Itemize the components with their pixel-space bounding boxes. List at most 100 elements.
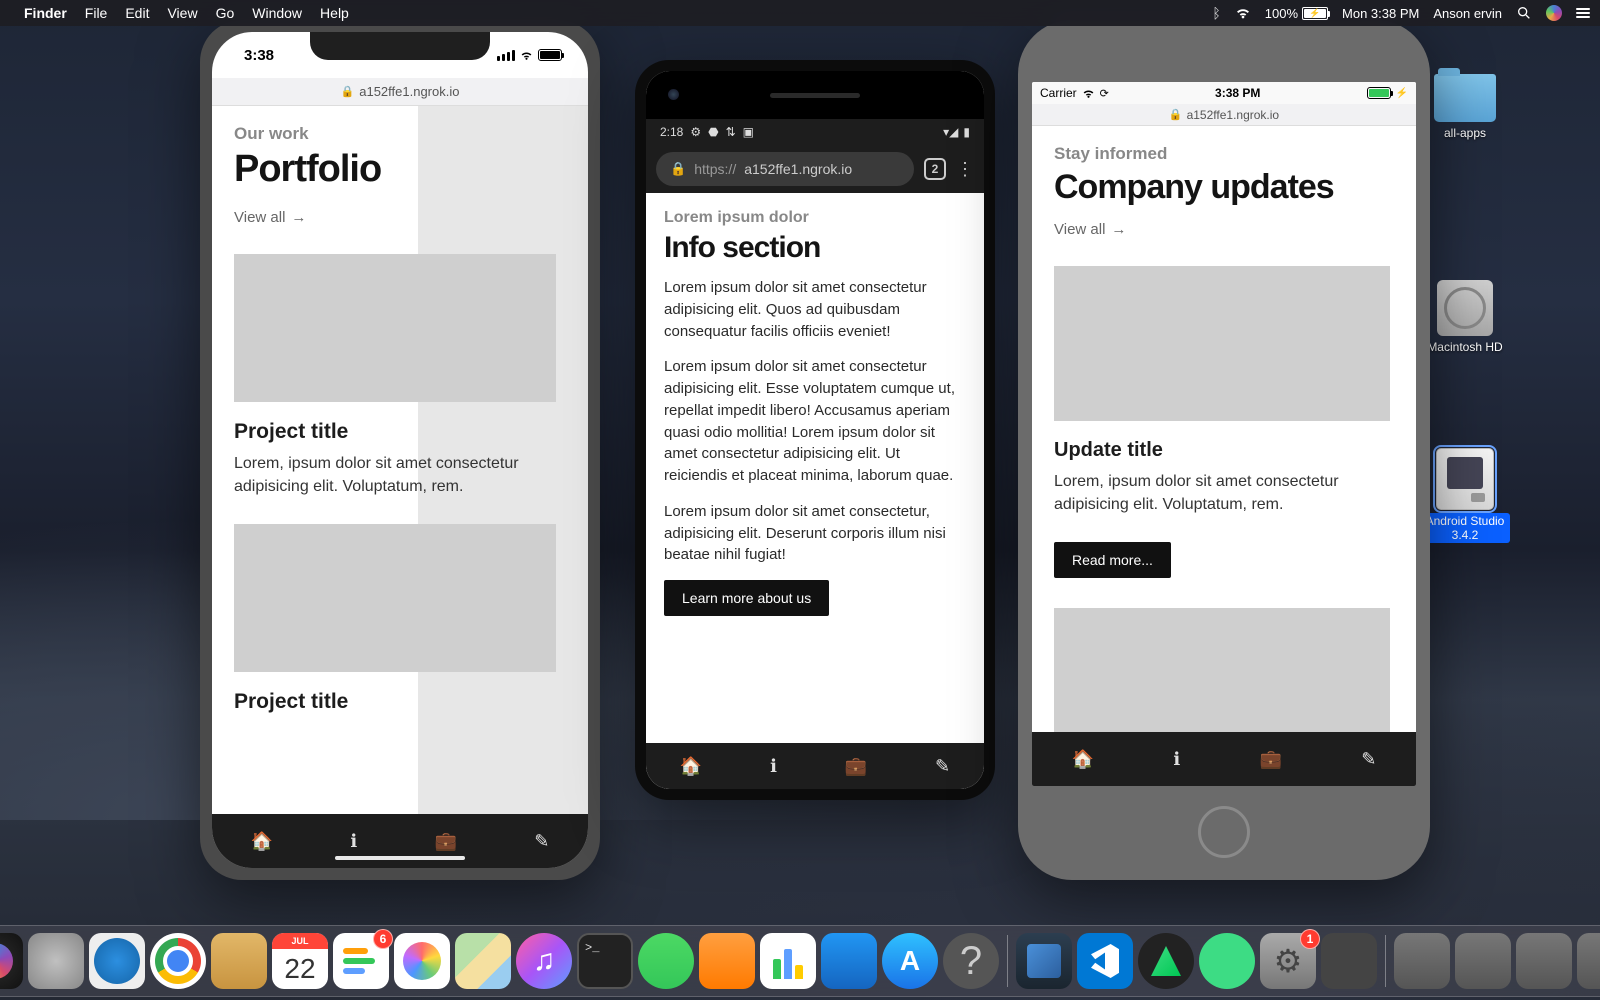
dock-safari[interactable] [89,933,145,989]
battery-indicator[interactable]: 100% ⚡ [1265,6,1328,21]
view-all-link[interactable]: View all [234,209,306,226]
read-more-button[interactable]: Read more... [1054,542,1171,578]
hard-drive-icon [1437,280,1493,336]
menu-go[interactable]: Go [216,5,235,21]
dock-photos[interactable] [394,933,450,989]
dock-launchpad[interactable] [28,933,84,989]
dock-keynote[interactable] [821,933,877,989]
image-placeholder [1054,266,1390,421]
home-button[interactable] [1198,806,1250,858]
webpage-portfolio[interactable]: Our work Portfolio View all Project titl… [212,106,588,814]
debug-notif-icon: ▣ [743,125,754,139]
webpage-info-section[interactable]: Lorem ipsum dolor Info section Lorem ips… [646,193,984,745]
spotlight-icon[interactable] [1516,5,1532,21]
desktop-disk-macintosh-hd[interactable]: Macintosh HD [1420,280,1510,355]
reminder-badge: 6 [373,929,393,949]
menubar-username[interactable]: Anson ervin [1433,6,1502,21]
dock-contacts[interactable] [211,933,267,989]
view-all-link[interactable]: View all [1054,221,1126,238]
safari-address-bar[interactable]: 🔒 a152ffe1.ngrok.io [1032,104,1416,126]
cellular-icon [497,50,515,61]
dock-minimized-window[interactable] [1577,933,1600,989]
macos-menubar: Finder File Edit View Go Window Help ᛒ 1… [0,0,1600,26]
menu-help[interactable]: Help [320,5,349,21]
nav-blog-icon[interactable]: ✎ [935,756,950,777]
menu-edit[interactable]: Edit [125,5,149,21]
desktop-volume-android-studio[interactable]: Android Studio 3.4.2 [1420,448,1510,543]
iphone-8-simulator: Carrier ⟳ 3:38 PM ⚡ 🔒 a152ffe1.ngrok.io … [1018,20,1430,880]
external-drive-icon [1436,448,1494,510]
dock-pages[interactable] [699,933,755,989]
charging-icon: ⚡ [1396,88,1408,99]
dock-maps[interactable] [455,933,511,989]
chrome-url-field[interactable]: 🔒 https://a152ffe1.ngrok.io [656,152,914,186]
paragraph: Lorem ipsum dolor sit amet consectetur a… [664,277,966,342]
notification-center-icon[interactable] [1576,8,1590,18]
nav-home-icon[interactable]: 🏠 [1072,749,1094,770]
dock-help[interactable]: ? [943,933,999,989]
nav-briefcase-icon[interactable]: 💼 [435,831,457,852]
menubar-clock[interactable]: Mon 3:38 PM [1342,6,1419,21]
dock-simulator[interactable] [1321,933,1377,989]
lock-icon: 🔒 [341,85,355,98]
learn-more-button[interactable]: Learn more about us [664,580,829,616]
nav-home-icon[interactable]: 🏠 [680,756,702,777]
nav-info-icon[interactable]: ℹ [770,756,777,777]
nav-info-icon[interactable]: ℹ [350,831,357,852]
dock-separator [1007,935,1008,987]
dock-messages[interactable] [638,933,694,989]
page-title: Portfolio [234,148,566,191]
dock-itunes[interactable] [516,933,572,989]
loading-icon: ⟳ [1100,87,1109,100]
project-description: Lorem, ipsum dolor sit amet consectetur … [234,452,566,498]
dock-reminders[interactable]: 6 [333,933,389,989]
nav-home-icon[interactable]: 🏠 [251,831,273,852]
nav-blog-icon[interactable]: ✎ [1361,749,1376,770]
dock-calendar[interactable]: JUL 22 [272,933,328,989]
webpage-company-updates[interactable]: Stay informed Company updates View all U… [1032,126,1416,732]
battery-percentage: 100% [1265,6,1298,21]
dock-separator [1385,935,1386,987]
speaker-grill [770,93,860,98]
menubar-app-name[interactable]: Finder [24,5,67,21]
chrome-tab-count[interactable]: 2 [924,158,946,180]
dock-minimized-window[interactable] [1394,933,1450,989]
nav-blog-icon[interactable]: ✎ [534,831,549,852]
desktop-folder-all-apps[interactable]: all-apps [1420,68,1510,141]
nav-info-icon[interactable]: ℹ [1173,749,1180,770]
chrome-omnibox-bar: 🔒 https://a152ffe1.ngrok.io 2 ⋮ [646,145,984,193]
dock-minimized-window[interactable] [1455,933,1511,989]
safari-address-bar[interactable]: 🔒 a152ffe1.ngrok.io [212,78,588,106]
volume-label: Android Studio 3.4.2 [1420,513,1510,543]
dock-minimized-window[interactable] [1516,933,1572,989]
dock-siri[interactable] [0,933,23,989]
dock-android-studio-canary[interactable] [1138,933,1194,989]
wifi-icon[interactable] [1235,5,1251,21]
update-title: Update title [1054,439,1394,462]
android-bezel-top [646,71,984,119]
menu-view[interactable]: View [167,5,197,21]
nav-briefcase-icon[interactable]: 💼 [1260,749,1282,770]
dock-numbers[interactable] [760,933,816,989]
dock-chrome[interactable] [150,933,206,989]
settings-notif-icon: ⚙ [690,125,701,139]
battery-icon [538,49,562,61]
dock-android-studio[interactable] [1199,933,1255,989]
siri-icon[interactable] [1546,5,1562,21]
home-indicator[interactable] [335,856,465,860]
section-eyebrow: Lorem ipsum dolor [664,209,966,227]
menu-window[interactable]: Window [252,5,302,21]
android-status-bar: 2:18 ⚙ ⬣ ⇅ ▣ ▾◢ ▮ [646,119,984,145]
dock-system-preferences[interactable]: 1 [1260,933,1316,989]
dock-app-store[interactable] [882,933,938,989]
menu-file[interactable]: File [85,5,108,21]
url-text: a152ffe1.ngrok.io [1187,108,1280,122]
dock-vscode[interactable] [1077,933,1133,989]
dock-terminal[interactable] [577,933,633,989]
bluetooth-icon[interactable]: ᛒ [1212,5,1220,21]
calendar-month: JUL [272,933,328,949]
nav-briefcase-icon[interactable]: 💼 [845,756,867,777]
dock-xcode[interactable] [1016,933,1072,989]
page-title: Info section [664,231,966,265]
chrome-overflow-menu-icon[interactable]: ⋮ [956,159,974,180]
